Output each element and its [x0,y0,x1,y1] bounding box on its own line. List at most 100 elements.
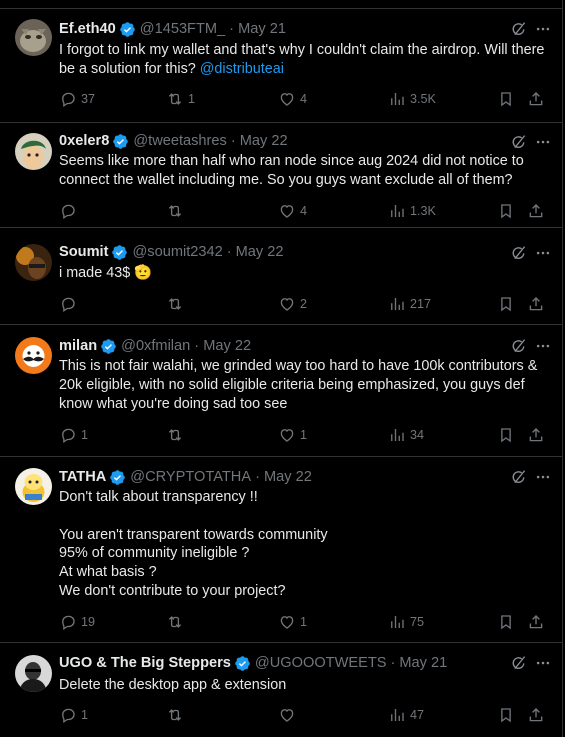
user-handle[interactable]: @soumit2342 [132,244,222,260]
display-name[interactable]: milan [59,338,97,354]
user-handle[interactable]: @UGOOOTWEETS [255,655,387,671]
display-name[interactable]: TATHA [59,469,106,485]
bookmark-button[interactable] [497,425,515,445]
cartoon-character-avatar[interactable] [15,468,52,505]
tweet-actions: 37 1 4 3.5K [59,89,549,109]
views-button[interactable]: 217 [388,294,431,314]
orange-mustache-avatar[interactable] [15,337,52,374]
share-button[interactable] [527,705,545,725]
like-button[interactable]: 4 [278,201,307,221]
bookmark-icon [497,90,515,108]
repost-button[interactable] [166,705,188,725]
verified-badge-icon [111,244,128,261]
like-button[interactable]: 2 [278,294,307,314]
grey-cat-avatar[interactable] [15,19,52,56]
bookmark-icon [497,613,515,631]
bw-portrait-avatar[interactable] [15,655,52,692]
like-button[interactable]: 1 [278,425,307,445]
tweet[interactable]: TATHA @CRYPTOTATHA · May 22 Don't talk a… [0,457,562,643]
grok-icon[interactable] [510,337,528,355]
tweet-date[interactable]: · May 22 [255,469,312,485]
user-handle[interactable]: @CRYPTOTATHA [130,469,251,485]
repost-button[interactable] [166,294,188,314]
views-button[interactable]: 3.5K [388,89,436,109]
bookmark-button[interactable] [497,612,515,632]
tweet-date[interactable]: · May 22 [194,338,251,354]
tweet-header: Ef.eth40 @1453FTM_ · May 21 [59,19,548,39]
tweet-text: Delete the desktop app & extension [59,677,287,693]
more-icon[interactable] [534,133,552,151]
grok-icon[interactable] [510,20,528,38]
bookmark-button[interactable] [497,705,515,725]
reply-button[interactable]: 37 [59,89,95,109]
like-count: 2 [300,297,308,311]
user-handle[interactable]: @0xfmilan [121,338,190,354]
tweet-date[interactable]: · May 22 [227,244,284,260]
more-icon[interactable] [534,20,552,38]
more-icon[interactable] [534,468,552,486]
views-button[interactable]: 34 [388,425,424,445]
bookmark-button[interactable] [497,89,515,109]
grok-icon[interactable] [510,244,528,262]
repost-button[interactable] [166,612,188,632]
user-handle[interactable]: @tweetashres [133,133,227,149]
tweet-date[interactable]: · May 21 [390,655,447,671]
repost-button[interactable]: 1 [166,89,195,109]
reply-button[interactable]: 19 [59,612,95,632]
share-button[interactable] [527,89,545,109]
more-icon[interactable] [534,244,552,262]
views-button[interactable]: 47 [388,705,424,725]
repost-count: 1 [188,92,196,106]
share-button[interactable] [527,294,545,314]
reply-icon [59,426,77,444]
tweet[interactable]: milan @0xfmilan · May 22 This is not fai… [0,325,562,457]
mention-link[interactable]: @distributeai [200,61,284,77]
tweet-date[interactable]: · May 21 [229,21,286,37]
share-icon [527,202,545,220]
user-handle[interactable]: @1453FTM_ [140,21,225,37]
reply-button[interactable]: 1 [59,425,88,445]
display-name[interactable]: 0xeler8 [59,133,109,149]
reply-icon [59,706,77,724]
display-name[interactable]: Soumit [59,244,108,260]
tweet[interactable]: UGO & The Big Steppers @UGOOOTWEETS · Ma… [0,643,562,736]
like-button[interactable]: 4 [278,89,307,109]
tweet[interactable]: Soumit @soumit2342 · May 22 i made 43$ 🫡… [0,228,562,325]
grok-icon[interactable] [510,654,528,672]
tweet[interactable]: Ef.eth40 @1453FTM_ · May 21 I forgot to … [0,9,562,123]
more-icon[interactable] [534,337,552,355]
repost-button[interactable] [166,425,188,445]
like-count: 1 [300,615,308,629]
tweet[interactable]: 0xeler8 @tweetashres · May 22 Seems like… [0,123,562,228]
reply-icon [59,295,77,313]
tweet-date[interactable]: · May 22 [231,133,288,149]
bookmark-icon [497,202,515,220]
display-name[interactable]: Ef.eth40 [59,21,116,37]
views-icon [388,295,406,313]
dark-portrait-avatar[interactable] [15,244,52,281]
display-name[interactable]: UGO & The Big Steppers [59,655,231,671]
verified-badge-icon [109,469,126,486]
like-button[interactable] [278,705,300,725]
reply-button[interactable] [59,294,81,314]
share-button[interactable] [527,425,545,445]
bookmark-button[interactable] [497,294,515,314]
anime-boy-avatar[interactable] [15,133,52,170]
views-count: 75 [410,615,425,629]
share-button[interactable] [527,612,545,632]
share-button[interactable] [527,201,545,221]
share-icon [527,90,545,108]
repost-button[interactable] [166,201,188,221]
reply-button[interactable] [59,201,81,221]
like-button[interactable]: 1 [278,612,307,632]
tweet-text: I forgot to link my wallet and that's wh… [59,41,549,79]
like-icon [278,90,296,108]
reply-button[interactable]: 1 [59,705,88,725]
bookmark-button[interactable] [497,201,515,221]
grok-icon[interactable] [510,468,528,486]
views-button[interactable]: 1.3K [388,201,436,221]
views-button[interactable]: 75 [388,612,424,632]
more-icon[interactable] [534,654,552,672]
like-count: 4 [300,92,308,106]
grok-icon[interactable] [510,133,528,151]
